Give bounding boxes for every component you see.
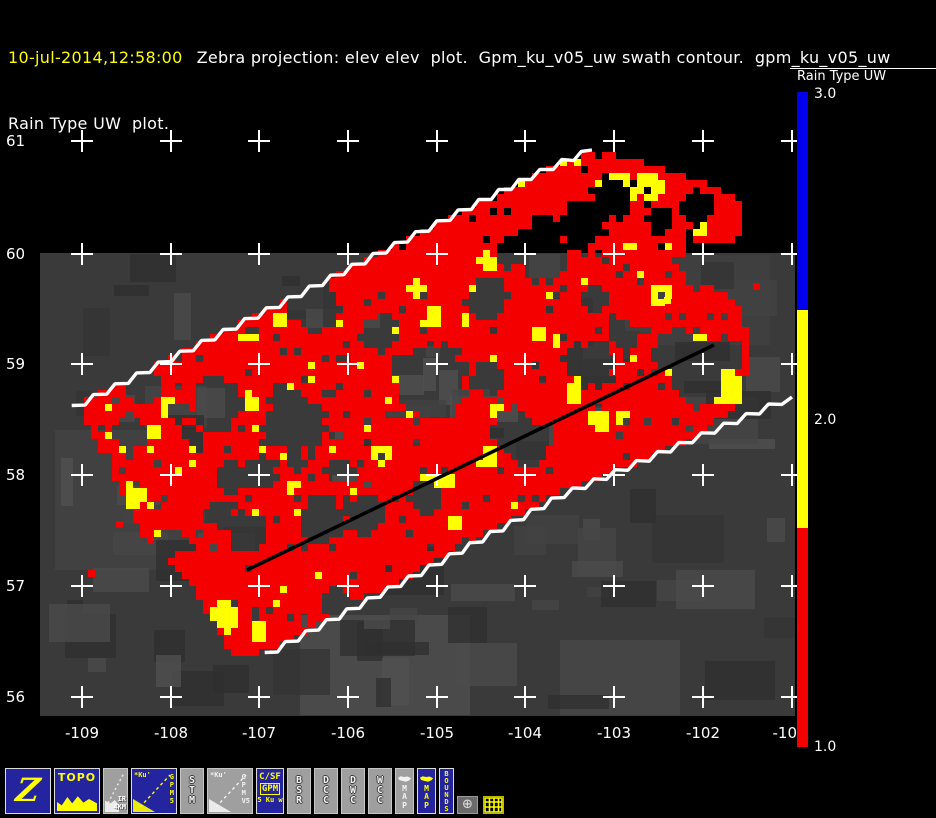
grid-toggle-button[interactable] xyxy=(483,796,504,814)
header-line2: Rain Type UW plot. xyxy=(8,114,170,133)
recenter-button[interactable]: ⊕ xyxy=(457,796,478,814)
csf-gpm-button[interactable]: C/SF GPM 5 Ku w xyxy=(256,768,284,814)
crosshair-circle-icon: ⊕ xyxy=(462,797,473,812)
lon-tick-label: -104 xyxy=(508,724,542,742)
ku-gpm-5-button[interactable]: *Ku' G P M 5 xyxy=(131,768,177,814)
map-label: MAP xyxy=(402,783,407,810)
lat-tick-label: 56 xyxy=(6,688,25,706)
colorbar-segment-blue xyxy=(797,92,808,310)
header-line1: 10-jul-2014,12:58:00 Zebra projection: el… xyxy=(8,47,891,69)
dwc-button[interactable]: DWC xyxy=(341,768,365,814)
map-overlay-button[interactable]: MAP xyxy=(395,768,414,814)
gpm-label: GPM5 xyxy=(169,773,174,805)
lat-tick-label: 58 xyxy=(6,466,25,484)
gpm-label: G P M V5 xyxy=(241,773,250,805)
bsr-label: BSR xyxy=(295,775,303,806)
timestamp: 10-jul-2014,12:58:00 xyxy=(8,48,183,67)
plot-description: Zebra projection: elev elev plot. Gpm_ku… xyxy=(196,48,891,67)
stm-button[interactable]: STM xyxy=(180,768,204,814)
wcc-label: WCC xyxy=(376,775,384,806)
header-annotation: 10-jul-2014,12:58:00 Zebra projection: el… xyxy=(8,3,891,157)
dcc-button[interactable]: DCC xyxy=(314,768,338,814)
lon-tick-label: -109 xyxy=(65,724,99,742)
map-label: MAP xyxy=(424,783,429,810)
mountain-icon xyxy=(57,796,97,811)
lat-tick-label: 57 xyxy=(6,577,25,595)
bounds-button[interactable]: BOUNDS xyxy=(439,768,454,814)
zebra-app-window: { "header": { "timestamp": "10-jul-2014,… xyxy=(0,0,936,818)
dwc-label: DWC xyxy=(349,775,357,806)
lon-tick-label: -103 xyxy=(597,724,631,742)
lon-tick-label: -105 xyxy=(420,724,454,742)
colorbar-segment-yellow xyxy=(797,310,808,528)
colorbar-label-2: 2.0 xyxy=(814,412,837,428)
lon-tick-label: -102 xyxy=(686,724,720,742)
lat-tick-label: 59 xyxy=(6,355,25,373)
lon-tick-label: -107 xyxy=(242,724,276,742)
bsr-button[interactable]: BSR xyxy=(287,768,311,814)
ir-4km-label: IR 4KM xyxy=(113,795,126,811)
wcc-button[interactable]: WCC xyxy=(368,768,392,814)
topo-button[interactable]: TOPO xyxy=(54,768,100,814)
map-overlay-button-active[interactable]: MAP xyxy=(417,768,436,814)
stm-label: STM xyxy=(188,775,196,806)
bounds-label: BOUNDS xyxy=(444,770,449,813)
lon-tick-label: -108 xyxy=(154,724,188,742)
lon-tick-label: -10 xyxy=(773,724,798,742)
zebra-logo-button[interactable]: Z xyxy=(5,768,51,814)
colorbar-title: Rain Type UW xyxy=(797,69,887,84)
lon-tick-label: -106 xyxy=(331,724,365,742)
dcc-label: DCC xyxy=(322,775,330,806)
colorbar-segment-red xyxy=(797,528,808,747)
us-map-icon xyxy=(419,776,434,782)
colorbar-label-3: 3.0 xyxy=(814,86,837,102)
grid-icon xyxy=(484,797,503,813)
colorbar-label-1: 1.0 xyxy=(814,739,837,755)
ir-4km-button[interactable]: IR 4KM xyxy=(103,768,128,814)
lat-tick-label: 60 xyxy=(6,245,25,263)
toolbar: Z TOPO IR 4KM *Ku' G P M 5 S T M *Ku' G P M V5 C/SF GPM 5 K… xyxy=(0,762,936,814)
zebra-z-icon: Z xyxy=(13,771,43,809)
csf-gpm-label: C/SF GPM 5 Ku w xyxy=(257,772,283,804)
us-map-icon xyxy=(397,776,412,782)
topo-button-label: TOPO xyxy=(57,771,97,784)
ku-gpm-v5-button[interactable]: *Ku' G P M V5 xyxy=(207,768,253,814)
